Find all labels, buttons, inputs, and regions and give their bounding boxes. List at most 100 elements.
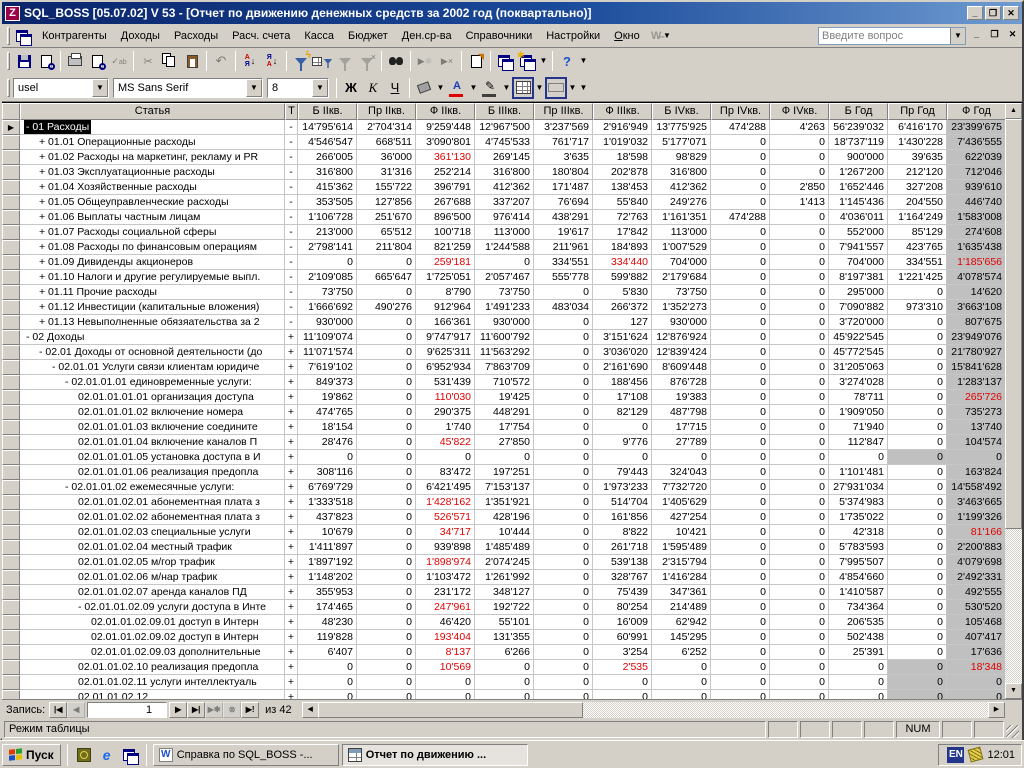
article-cell[interactable]: + 01.03 Эксплуатационные расходы <box>20 165 285 180</box>
value-cell[interactable]: 3'090'801 <box>416 135 475 150</box>
type-cell[interactable]: - <box>285 150 298 165</box>
article-cell[interactable]: + 01.05 Общеуправленческие расходы <box>20 195 285 210</box>
value-cell[interactable]: 0 <box>534 555 593 570</box>
row-selector[interactable] <box>2 255 20 270</box>
value-cell[interactable]: 3'463'665 <box>947 495 1005 510</box>
type-cell[interactable]: - <box>285 225 298 240</box>
value-cell[interactable]: 231'172 <box>416 585 475 600</box>
value-cell[interactable]: 1'185'656 <box>947 255 1005 270</box>
value-cell[interactable]: 8'609'448 <box>652 360 711 375</box>
value-cell[interactable]: 531'439 <box>416 375 475 390</box>
article-cell[interactable]: - 01 Расходы <box>20 120 285 135</box>
value-cell[interactable]: 474'288 <box>711 120 770 135</box>
fill-color-dropdown-icon[interactable]: ▼ <box>435 77 446 99</box>
value-cell[interactable]: 113'000 <box>652 225 711 240</box>
value-cell[interactable]: 0 <box>711 600 770 615</box>
value-cell[interactable]: 1'352'273 <box>652 300 711 315</box>
value-cell[interactable]: 0 <box>357 690 416 699</box>
filter-by-selection-button[interactable]: ϟ <box>290 50 312 72</box>
value-cell[interactable]: 274'608 <box>947 225 1005 240</box>
value-cell[interactable]: 1'428'162 <box>416 495 475 510</box>
minimize-button[interactable]: _ <box>967 6 983 20</box>
value-cell[interactable]: 6'769'729 <box>298 480 357 495</box>
style-combo[interactable]: usel▼ <box>13 78 109 98</box>
value-cell[interactable]: 0 <box>534 660 593 675</box>
vertical-scroll-track[interactable] <box>1005 529 1022 683</box>
filter-button[interactable] <box>334 50 356 72</box>
value-cell[interactable]: 0 <box>534 570 593 585</box>
value-cell[interactable]: 0 <box>298 255 357 270</box>
value-cell[interactable]: 0 <box>770 645 829 660</box>
value-cell[interactable]: 448'291 <box>475 405 534 420</box>
value-cell[interactable]: 704'000 <box>652 255 711 270</box>
article-cell[interactable]: + 01.09 Дивиденды акционеров <box>20 255 285 270</box>
value-cell[interactable]: 0 <box>711 375 770 390</box>
value-cell[interactable]: 265'726 <box>947 390 1005 405</box>
line-color-dropdown-icon[interactable]: ▼ <box>501 77 512 99</box>
value-cell[interactable]: 31'316 <box>357 165 416 180</box>
value-cell[interactable]: 0 <box>888 315 947 330</box>
value-cell[interactable]: 0 <box>888 345 947 360</box>
column-header-13[interactable]: Пр Год <box>888 103 947 120</box>
print-preview-button[interactable] <box>86 50 108 72</box>
article-cell[interactable]: + 01.08 Расходы по финансовым операциям <box>20 240 285 255</box>
horizontal-scrollbar[interactable]: ◀ ▶ <box>302 702 1022 718</box>
find-button[interactable] <box>385 50 407 72</box>
column-header-1[interactable]: Статья <box>20 103 285 120</box>
value-cell[interactable]: 3'274'028 <box>829 375 888 390</box>
value-cell[interactable]: 2'492'331 <box>947 570 1005 585</box>
value-cell[interactable]: 474'765 <box>298 405 357 420</box>
value-cell[interactable]: 396'791 <box>416 180 475 195</box>
value-cell[interactable]: 0 <box>770 615 829 630</box>
value-cell[interactable]: 324'043 <box>652 465 711 480</box>
menu-item-9[interactable]: Настройки <box>539 27 607 45</box>
value-cell[interactable]: 0 <box>770 345 829 360</box>
font-combo-dropdown-icon[interactable]: ▼ <box>246 79 262 97</box>
type-cell[interactable]: + <box>285 525 298 540</box>
value-cell[interactable]: 0 <box>711 195 770 210</box>
value-cell[interactable]: 11'109'074 <box>298 330 357 345</box>
row-selector[interactable] <box>2 570 20 585</box>
goto-record-button[interactable]: ▶! <box>241 702 259 718</box>
value-cell[interactable]: 0 <box>888 450 947 465</box>
value-cell[interactable]: 36'000 <box>357 150 416 165</box>
value-cell[interactable]: 28'476 <box>298 435 357 450</box>
value-cell[interactable]: 0 <box>770 570 829 585</box>
row-selector[interactable] <box>2 645 20 660</box>
type-cell[interactable]: + <box>285 480 298 495</box>
value-cell[interactable]: 6'952'934 <box>416 360 475 375</box>
type-cell[interactable]: + <box>285 465 298 480</box>
type-cell[interactable]: + <box>285 615 298 630</box>
row-selector[interactable] <box>2 300 20 315</box>
type-cell[interactable]: + <box>285 375 298 390</box>
value-cell[interactable]: 1'405'629 <box>652 495 711 510</box>
value-cell[interactable]: 10'679 <box>298 525 357 540</box>
value-cell[interactable]: 0 <box>357 285 416 300</box>
value-cell[interactable]: 0 <box>770 525 829 540</box>
new-record-nav-button[interactable]: ▶✱ <box>205 702 223 718</box>
type-cell[interactable]: + <box>285 435 298 450</box>
value-cell[interactable]: 1'909'050 <box>829 405 888 420</box>
value-cell[interactable]: 266'372 <box>593 300 652 315</box>
value-cell[interactable]: 0 <box>416 690 475 699</box>
value-cell[interactable]: 0 <box>534 495 593 510</box>
value-cell[interactable]: 13'740 <box>947 420 1005 435</box>
value-cell[interactable]: 0 <box>888 465 947 480</box>
value-cell[interactable]: 0 <box>711 675 770 690</box>
value-cell[interactable]: 316'800 <box>475 165 534 180</box>
value-cell[interactable]: 3'237'569 <box>534 120 593 135</box>
ask-question-dropdown-icon[interactable]: ▼ <box>950 28 965 44</box>
row-selector[interactable] <box>2 210 20 225</box>
value-cell[interactable]: 0 <box>770 480 829 495</box>
task-button-report[interactable]: Отчет по движению ... <box>342 744 528 766</box>
value-cell[interactable]: 555'778 <box>534 270 593 285</box>
value-cell[interactable]: 1'666'692 <box>298 300 357 315</box>
value-cell[interactable]: 2'109'085 <box>298 270 357 285</box>
value-cell[interactable]: 82'129 <box>593 405 652 420</box>
value-cell[interactable]: 712'046 <box>947 165 1005 180</box>
article-cell[interactable]: 02.01.01.02.11 услуги интеллектуаль <box>20 675 285 690</box>
value-cell[interactable]: 2'161'690 <box>593 360 652 375</box>
value-cell[interactable]: 0 <box>534 345 593 360</box>
value-cell[interactable]: 18'154 <box>298 420 357 435</box>
article-cell[interactable]: - 02.01.01 Услуги связи клиентам юридиче <box>20 360 285 375</box>
